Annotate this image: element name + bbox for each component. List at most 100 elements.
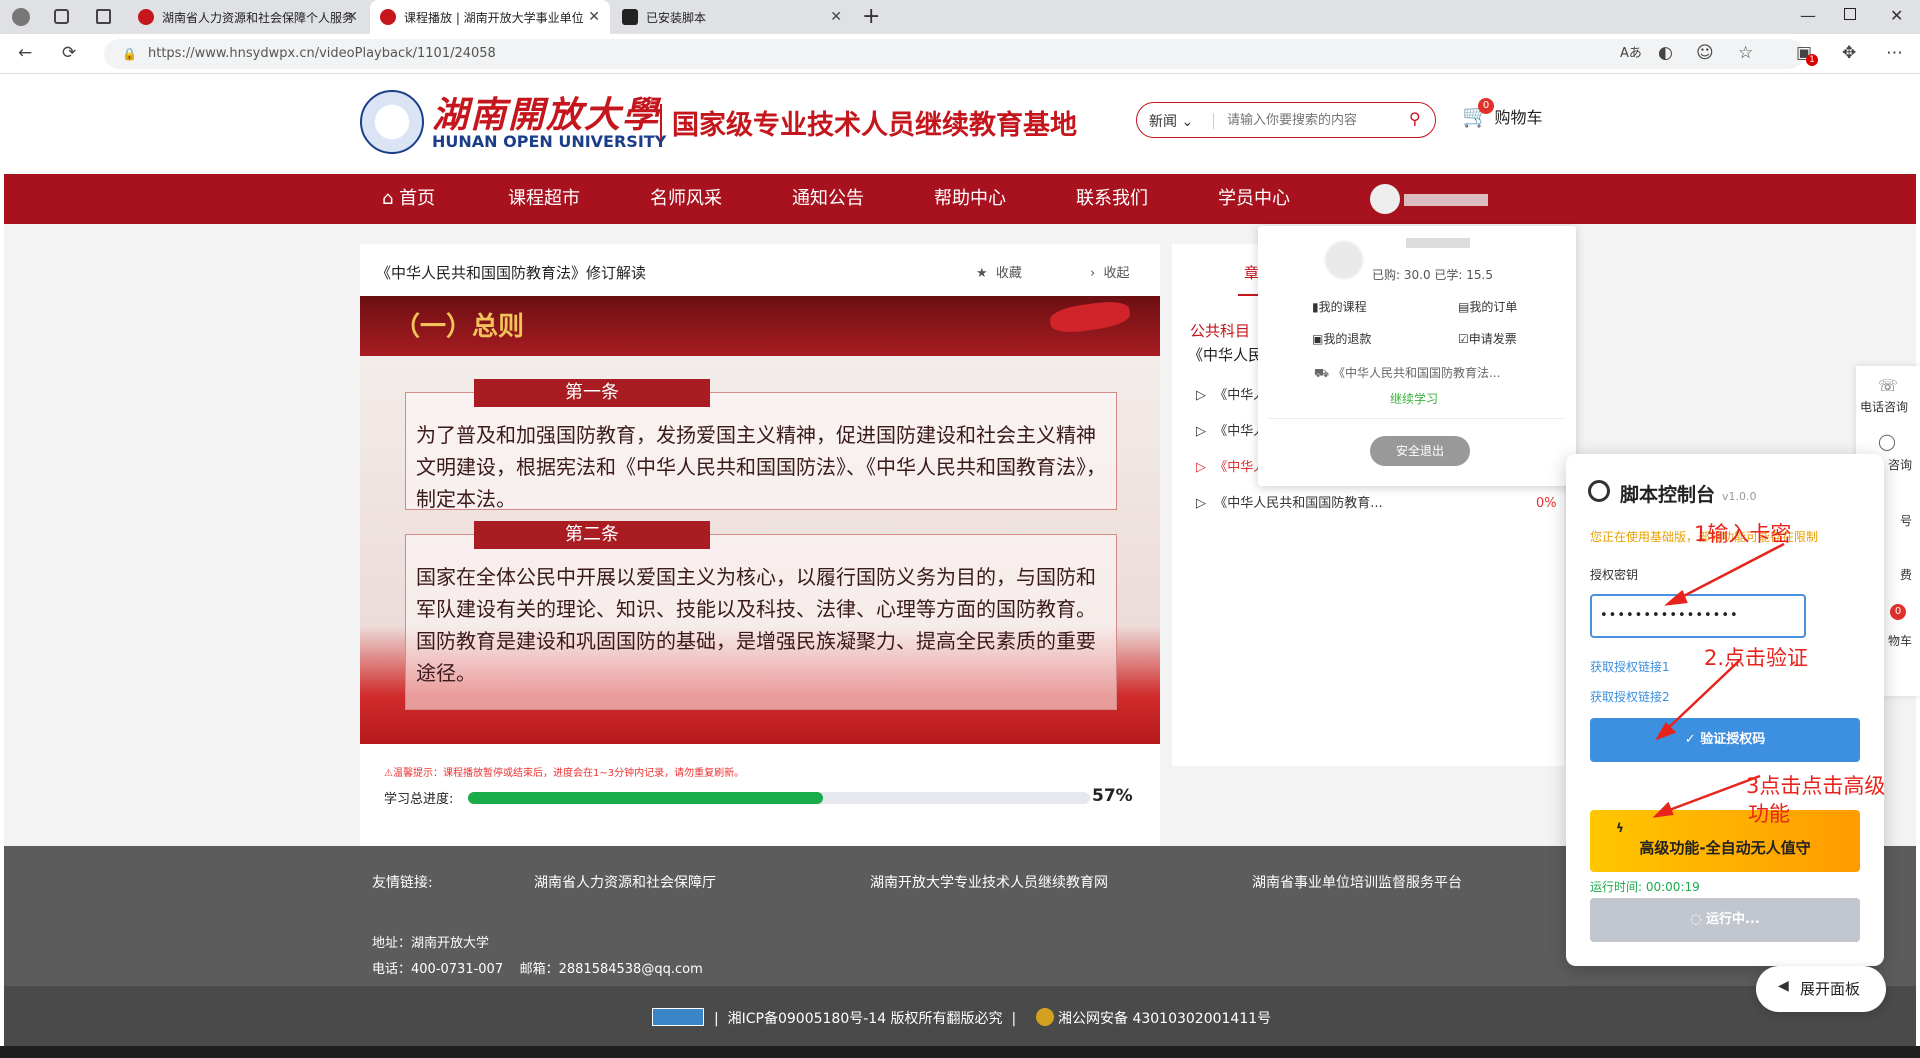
- minimize-icon[interactable]: —: [1800, 6, 1816, 25]
- play-icon: ▷: [1196, 496, 1206, 511]
- tab-title: 课程播放 | 湖南开放大学事业单位: [404, 10, 584, 25]
- browser-tab[interactable]: 已安装脚本 ✕: [612, 0, 852, 34]
- user-name-blurred[interactable]: [1404, 194, 1488, 206]
- search-category-select[interactable]: 新闻 ⌄: [1149, 111, 1193, 131]
- my-courses-link[interactable]: ▮我的课程: [1312, 298, 1367, 315]
- read-aloud-icon[interactable]: Aあ: [1620, 44, 1642, 64]
- caret-left-icon: ◀: [1778, 978, 1789, 994]
- phone-consult-link[interactable]: 电话咨询: [1860, 398, 1908, 415]
- expand-panel-label: 展开面板: [1800, 980, 1861, 998]
- running-button[interactable]: ◌ 运行中...: [1590, 898, 1860, 942]
- get-license-link-2[interactable]: 获取授权链接2: [1590, 688, 1670, 705]
- tab-actions-icon[interactable]: [96, 9, 111, 24]
- url-field[interactable]: 🔒 https://www.hnsydwpx.cn/videoPlayback/…: [104, 39, 1804, 69]
- back-icon[interactable]: ←: [18, 43, 32, 63]
- continue-learning-link[interactable]: 继续学习: [1390, 390, 1438, 407]
- user-dropdown: 已购: 30.0 已学: 15.5 ▮我的课程 ▤我的订单 ▣我的退款 ☑申请发…: [1258, 226, 1576, 486]
- search-divider: [1213, 113, 1214, 129]
- panel-version: v1.0.0: [1722, 490, 1757, 503]
- logo-english: HUNAN OPEN UNIVERSITY: [432, 132, 667, 151]
- close-window-icon[interactable]: ✕: [1890, 6, 1903, 25]
- user-avatar[interactable]: [1370, 184, 1400, 214]
- nav-item-help[interactable]: 帮助中心: [934, 174, 1006, 224]
- lesson-item-active[interactable]: ▷ 《中华人: [1196, 456, 1266, 475]
- footer-link[interactable]: 湖南省事业单位培训监督服务平台: [1252, 872, 1462, 892]
- article-1-box: 第一条 为了普及和加强国防教育，发扬爱国主义精神，促进国防建设和社会主义精神文明…: [405, 379, 1117, 511]
- progress-track: [468, 792, 1090, 804]
- nav-item-contact[interactable]: 联系我们: [1076, 174, 1148, 224]
- car-icon: ⛟: [1314, 366, 1330, 380]
- article-2-box: 第二条 国家在全体公民中开展以爱国主义为核心，以履行国防义务为目的，与国防和军队…: [405, 521, 1117, 710]
- search-input[interactable]: [1227, 109, 1397, 131]
- verify-button[interactable]: ✓ 验证授权码: [1590, 718, 1860, 762]
- restore-icon[interactable]: [1844, 8, 1856, 20]
- extensions-icon[interactable]: ✥: [1842, 43, 1856, 63]
- fee-link[interactable]: 费: [1900, 566, 1912, 583]
- icp-text[interactable]: | 湘ICP备09005180号-14 版权所有翻版必究 |: [714, 1008, 1016, 1028]
- logout-button[interactable]: 安全退出: [1370, 436, 1470, 466]
- dropdown-avatar: [1324, 240, 1364, 280]
- side-cart-link[interactable]: 物车: [1888, 632, 1912, 649]
- license-key-input[interactable]: ••••••••••••••••: [1590, 594, 1806, 638]
- logo-chinese[interactable]: 湖南開放大學: [432, 86, 660, 138]
- cart-link[interactable]: 🛒 购物车: [1462, 104, 1543, 129]
- more-tools-icon[interactable]: ☺: [1696, 43, 1714, 63]
- my-refunds-link[interactable]: ▣我的退款: [1312, 330, 1371, 347]
- nav-item-home[interactable]: ⌂ 首页: [382, 174, 435, 224]
- tab-title: 湖南省人力资源和社会保障个人服务: [162, 10, 355, 25]
- advanced-button[interactable]: ϟ 高级功能-全自动无人值守: [1590, 810, 1860, 872]
- recent-course[interactable]: ⛟ 《中华人民共和国国防教育法...: [1314, 364, 1500, 382]
- chat-icon[interactable]: ◯: [1878, 432, 1896, 451]
- annotation-step-3b: 功能: [1748, 802, 1790, 826]
- close-tab-icon[interactable]: ✕: [588, 9, 600, 25]
- online-consult-link[interactable]: 咨询: [1888, 456, 1912, 473]
- new-tab-icon[interactable]: +: [862, 4, 880, 29]
- search-icon[interactable]: ⚲: [1409, 109, 1421, 128]
- favorite-button[interactable]: ★ 收藏: [976, 262, 1022, 281]
- my-orders-link[interactable]: ▤我的订单: [1458, 298, 1517, 315]
- logo-divider: [660, 104, 662, 140]
- police-emblem-icon: [1036, 1008, 1054, 1026]
- favorite-star-icon[interactable]: ☆: [1738, 43, 1753, 63]
- profile-icon[interactable]: [12, 8, 30, 26]
- account-link[interactable]: 号: [1900, 512, 1912, 529]
- invoice-link[interactable]: ☑申请发票: [1458, 330, 1517, 347]
- video-player[interactable]: （一）总则 第一条 为了普及和加强国防教育，发扬爱国主义精神，促进国防建设和社会…: [360, 296, 1160, 744]
- footer-links-label: 友情链接:: [372, 875, 433, 891]
- article-2-text-2: 国防教育是建设和巩固国防的基础，是增强民族凝聚力、提高全民素质的重要途径。: [416, 629, 1096, 685]
- player-card: 《中华人民共和国国防教育法》修订解读 ★ 收藏 › 收起 （一）总则 第一条 为…: [360, 244, 1160, 766]
- get-license-link-1[interactable]: 获取授权链接1: [1590, 658, 1670, 675]
- lesson-item[interactable]: ▷ 《中华人: [1196, 384, 1266, 403]
- progress-warning: ⚠温馨提示：课程播放暂停或结束后，进度会在1~3分钟内记录，请勿重复刷新。: [384, 768, 745, 779]
- footer-link[interactable]: 湖南省人力资源和社会保障厅: [534, 872, 716, 892]
- close-tab-icon[interactable]: ✕: [346, 9, 358, 25]
- translate-icon[interactable]: ◐: [1658, 43, 1673, 63]
- nav-item-student-center[interactable]: 学员中心: [1218, 174, 1290, 224]
- browser-tab[interactable]: 湖南省人力资源和社会保障个人服务 ✕: [128, 0, 368, 34]
- main-nav: ⌂ 首页 课程超市 名师风采 通知公告 帮助中心 联系我们 学员中心: [4, 174, 1916, 224]
- site-header: 湖南開放大學 HUNAN OPEN UNIVERSITY 国家级专业技术人员继续…: [4, 76, 1916, 174]
- workspaces-icon[interactable]: [54, 9, 69, 24]
- refresh-icon[interactable]: ⟳: [62, 43, 76, 63]
- browser-tab-bar: 湖南省人力资源和社会保障个人服务 ✕ 课程播放 | 湖南开放大学事业单位 ✕ 已…: [0, 0, 1920, 34]
- phone-icon[interactable]: ☏: [1878, 376, 1898, 395]
- browser-tab-active[interactable]: 课程播放 | 湖南开放大学事业单位 ✕: [370, 0, 610, 34]
- lesson-item[interactable]: ▷ 《中华人: [1196, 420, 1266, 439]
- article-2-title: 第二条: [474, 521, 710, 549]
- nav-item-teachers[interactable]: 名师风采: [650, 174, 722, 224]
- search-box: 新闻 ⌄ ⚲: [1136, 102, 1436, 138]
- university-seal-icon[interactable]: [360, 90, 424, 154]
- police-record-text[interactable]: 湘公网安备 43010302001411号: [1058, 1008, 1271, 1028]
- expand-panel-button[interactable]: ◀ 展开面板: [1756, 966, 1886, 1012]
- footer-contact: 电话：400-0731-007 邮箱：2881584538@qq.com: [372, 962, 703, 977]
- nav-item-notices[interactable]: 通知公告: [792, 174, 864, 224]
- clipboard-icon: ▤: [1458, 300, 1470, 314]
- gov-badge-icon[interactable]: [652, 1008, 704, 1026]
- menu-icon[interactable]: ⋯: [1886, 43, 1903, 63]
- tab-chapters[interactable]: 章: [1244, 262, 1259, 283]
- collapse-button[interactable]: › 收起: [1090, 262, 1129, 281]
- footer-link[interactable]: 湖南开放大学专业技术人员继续教育网: [870, 872, 1108, 892]
- lesson-item[interactable]: ▷ 《中华人民共和国国防教育...: [1196, 492, 1383, 511]
- nav-item-courses[interactable]: 课程超市: [508, 174, 580, 224]
- close-tab-icon[interactable]: ✕: [830, 9, 842, 25]
